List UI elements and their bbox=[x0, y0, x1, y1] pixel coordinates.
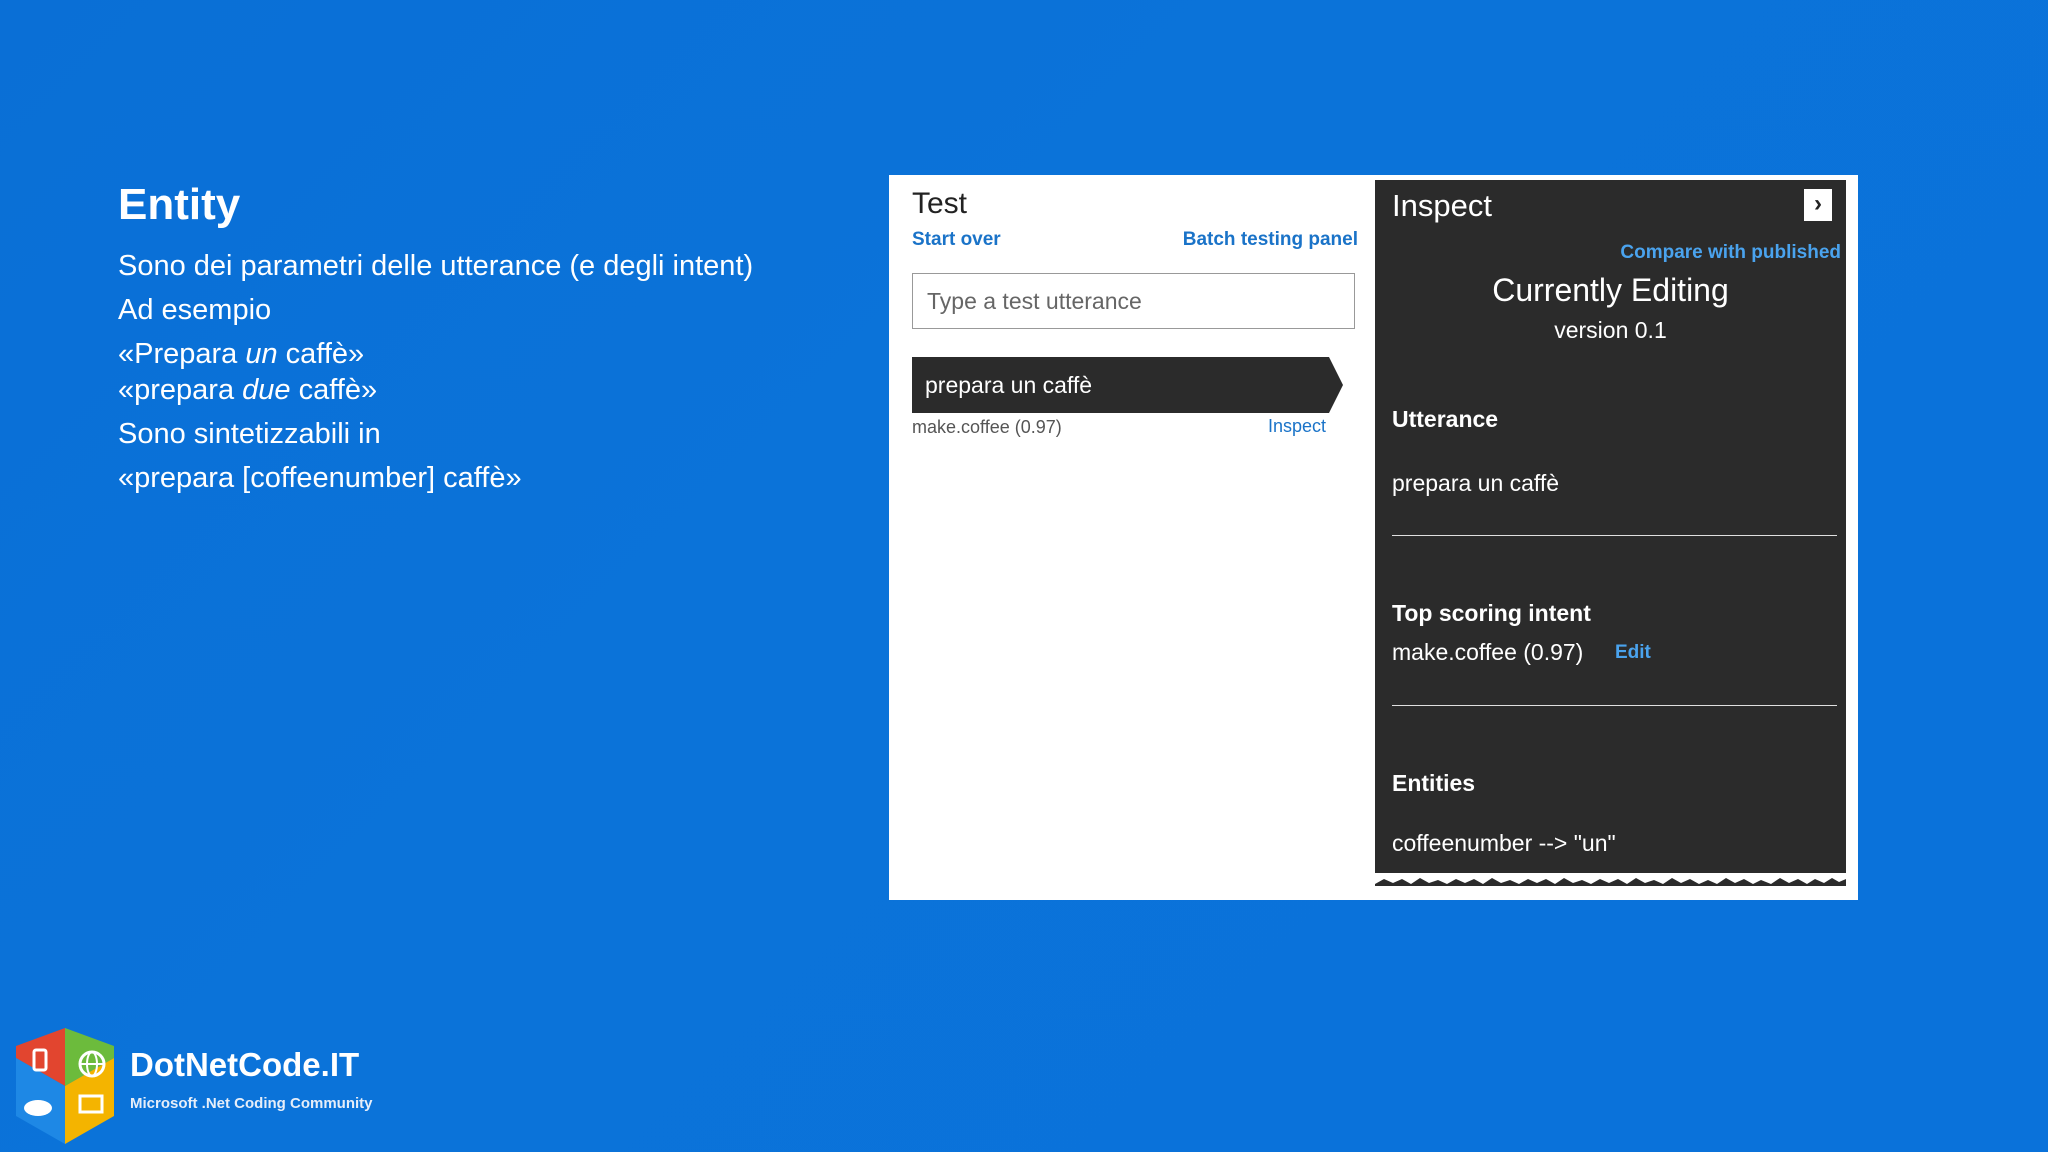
slide-line-example-two: «prepara due caffè» bbox=[118, 372, 758, 408]
example-one-post: caffè» bbox=[277, 338, 365, 370]
example-two-pre: «prepara bbox=[118, 374, 243, 406]
chevron-right-icon: › bbox=[1814, 190, 1822, 217]
slide-line-example-intro: Ad esempio bbox=[118, 294, 272, 326]
example-two-post: caffè» bbox=[290, 374, 378, 406]
test-result-utterance[interactable]: prepara un caffè bbox=[912, 357, 1329, 413]
luis-test-screenshot: Test Start over Batch testing panel prep… bbox=[889, 175, 1858, 900]
dotnetcode-logo bbox=[16, 1028, 114, 1144]
example-one-emphasis: un bbox=[245, 338, 278, 370]
section-divider bbox=[1392, 705, 1837, 706]
start-over-link[interactable]: Start over bbox=[912, 229, 1001, 251]
torn-edge bbox=[889, 873, 1846, 884]
slide-line-definition: Sono dei parametri delle utterance (e de… bbox=[118, 250, 754, 282]
top-intent-heading: Top scoring intent bbox=[1392, 600, 1591, 626]
slide-line-synthesis: Sono sintetizzabili in bbox=[118, 418, 381, 450]
inspect-pane: Inspect › Compare with published Current… bbox=[1375, 180, 1846, 886]
test-pane-title: Test bbox=[912, 187, 968, 220]
example-one-pre: «Prepara bbox=[118, 338, 246, 370]
editing-version: version 0.1 bbox=[1554, 317, 1667, 343]
test-pane: Test Start over Batch testing panel prep… bbox=[889, 175, 1375, 900]
batch-testing-link[interactable]: Batch testing panel bbox=[1183, 229, 1358, 251]
edit-intent-link[interactable]: Edit bbox=[1615, 642, 1651, 664]
slide-line-template: «prepara [coffeenumber] caffè» bbox=[118, 462, 522, 494]
slide-body: Sono dei parametri delle utterance (e de… bbox=[118, 248, 758, 504]
utterance-value: prepara un caffè bbox=[1392, 470, 1560, 496]
entities-value: coffeenumber --> "un" bbox=[1392, 830, 1616, 856]
top-intent-value: make.coffee (0.97) bbox=[1392, 639, 1584, 665]
section-divider bbox=[1392, 535, 1837, 536]
brand-subtitle: Microsoft .Net Coding Community bbox=[130, 1095, 373, 1112]
result-pointer-arrow bbox=[1329, 357, 1343, 413]
currently-editing-title: Currently Editing bbox=[1492, 272, 1729, 308]
collapse-inspect-button[interactable]: › bbox=[1804, 189, 1832, 221]
compare-with-published-link[interactable]: Compare with published bbox=[1620, 242, 1841, 264]
slide-line-example-one: «Prepara un caffè» bbox=[118, 336, 758, 372]
example-two-emphasis: due bbox=[242, 374, 291, 406]
utterance-heading: Utterance bbox=[1392, 406, 1499, 432]
test-result-score: make.coffee (0.97) bbox=[912, 417, 1062, 437]
brand-name: DotNetCode.IT bbox=[130, 1046, 360, 1083]
inspect-pane-title: Inspect bbox=[1392, 188, 1492, 223]
inspect-link[interactable]: Inspect bbox=[1268, 416, 1326, 437]
slide-title: Entity bbox=[118, 180, 241, 229]
test-utterance-input[interactable] bbox=[912, 273, 1355, 329]
entities-heading: Entities bbox=[1392, 770, 1476, 796]
